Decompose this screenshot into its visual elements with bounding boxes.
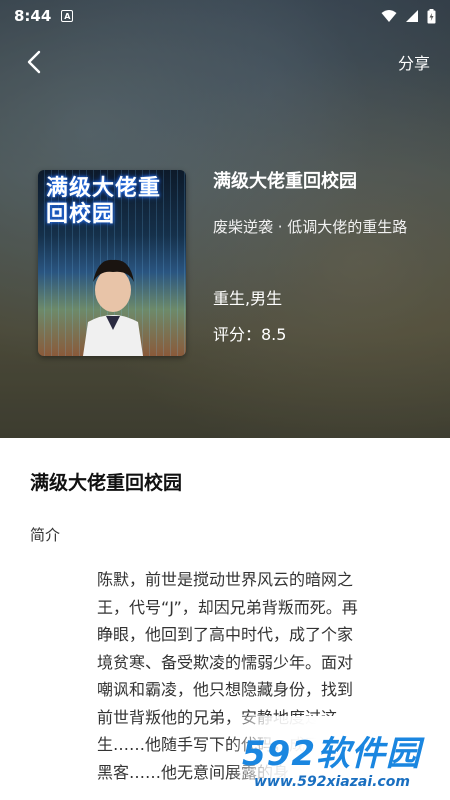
status-bar: 8:44 A [0, 0, 450, 32]
detail-title: 满级大佬重回校园 [30, 472, 183, 494]
book-subtitle: 废柴逆袭 · 低调大佬的重生路 [213, 218, 408, 236]
signal-icon [406, 10, 418, 22]
book-title: 满级大佬重回校园 [213, 171, 357, 192]
back-button[interactable] [20, 48, 48, 76]
share-button[interactable]: 分享 [398, 50, 430, 74]
book-tags: 重生,男生 [213, 289, 283, 308]
cover-character-illustration [83, 259, 143, 356]
wifi-icon [381, 10, 397, 22]
top-nav: 分享 [0, 40, 450, 84]
watermark-logo: 592软件园 [242, 734, 421, 774]
watermark-url: www.592xiazai.com [254, 774, 410, 790]
site-watermark: 592软件园 www.592xiazai.com [228, 716, 450, 800]
status-time: 8:44 [14, 7, 52, 25]
intro-label: 简介 [30, 526, 61, 544]
back-arrow-icon [27, 50, 41, 74]
book-info: 满级大佬重回校园 废柴逆袭 · 低调大佬的重生路 重生,男生 评分：8.5 [213, 170, 407, 344]
book-cover[interactable]: 满级大佬重回校园 [38, 170, 186, 356]
cover-title-text: 满级大佬重回校园 [46, 176, 162, 227]
notification-a-icon: A [61, 10, 74, 22]
status-icons [381, 8, 436, 24]
battery-icon [427, 8, 436, 23]
book-rating: 评分：8.5 [213, 325, 287, 344]
